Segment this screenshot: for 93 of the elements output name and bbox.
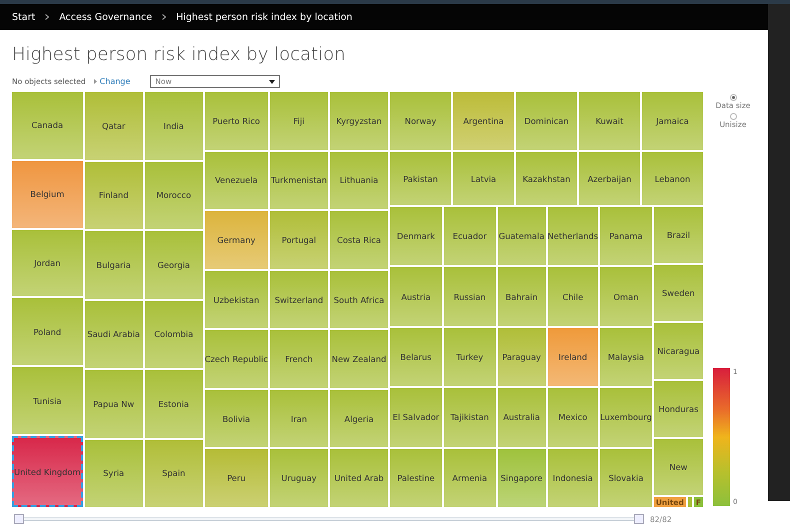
treemap-tile[interactable]: Belgium <box>12 160 83 228</box>
treemap-tile[interactable]: Syria <box>84 440 143 507</box>
treemap-tile[interactable]: Kazakhstan <box>516 152 577 205</box>
treemap-tile[interactable]: Switzerland <box>270 270 328 328</box>
treemap-tile[interactable]: Papua Nw <box>84 370 143 438</box>
treemap-tile[interactable]: El Salvador <box>390 388 442 447</box>
treemap-tile[interactable]: Azerbaijan <box>579 152 640 205</box>
treemap-tile[interactable]: Uruguay <box>270 449 328 508</box>
treemap-tile[interactable]: Sweden <box>654 265 704 321</box>
treemap-tile[interactable]: Qatar <box>84 92 143 160</box>
treemap-tile[interactable]: Bolivia <box>204 390 268 448</box>
treemap-tile[interactable]: Ireland <box>548 328 598 386</box>
page-title: Highest person risk index by location <box>12 44 347 65</box>
treemap-tile[interactable]: Honduras <box>654 381 704 437</box>
treemap-tile[interactable]: Nicaragua <box>654 323 704 379</box>
treemap-tile[interactable]: Lithuania <box>330 152 388 210</box>
treemap-tile[interactable]: Peru <box>204 449 268 508</box>
treemap-tile[interactable] <box>688 497 692 507</box>
chevron-icon <box>162 14 166 20</box>
treemap-tile[interactable]: Russian <box>444 267 496 326</box>
slider-handle[interactable] <box>14 514 24 524</box>
treemap-tile[interactable]: Bahrain <box>498 267 546 326</box>
treemap-tile[interactable]: Estonia <box>144 370 203 438</box>
treemap-tile[interactable]: Argentina <box>453 92 514 150</box>
treemap-tile[interactable]: Indonesia <box>548 448 598 508</box>
treemap-tile[interactable]: Portugal <box>270 211 328 269</box>
treemap-tile[interactable]: Czech Republic <box>204 330 268 388</box>
breadcrumb-link[interactable]: Access Governance <box>59 12 152 22</box>
change-link[interactable]: Change <box>94 77 130 86</box>
treemap-tile[interactable]: Norway <box>390 92 451 150</box>
treemap-tile[interactable]: Denmark <box>390 207 442 266</box>
treemap-tile[interactable]: Armenia <box>444 448 496 508</box>
treemap-tile[interactable]: Ecuador <box>444 207 496 266</box>
treemap-tile[interactable]: Canada <box>12 92 83 159</box>
breadcrumb-link[interactable]: Start <box>12 12 36 22</box>
treemap-tile[interactable]: Brazil <box>654 207 704 263</box>
treemap-tile[interactable]: New <box>654 439 704 495</box>
treemap-tile[interactable]: Tajikistan <box>444 388 496 447</box>
treemap-tile[interactable]: Singapore <box>498 448 546 508</box>
treemap-tile[interactable]: Dominican <box>516 92 577 150</box>
treemap-tile[interactable]: French <box>270 330 328 388</box>
treemap-tile[interactable]: Saudi Arabia <box>84 300 143 368</box>
treemap-tile[interactable]: Jamaica <box>642 92 703 150</box>
treemap-tile[interactable]: Turkmenistan <box>270 152 328 210</box>
treemap-tile[interactable]: Pakistan <box>390 152 451 205</box>
triangle-icon <box>94 79 97 84</box>
treemap-tile[interactable]: Spain <box>144 440 203 507</box>
treemap-tile[interactable]: Colombia <box>144 300 203 368</box>
treemap-tile[interactable]: Austria <box>390 267 442 326</box>
treemap-tile[interactable]: Tunisia <box>12 367 83 434</box>
treemap-tile[interactable]: Costa Rica <box>330 211 388 269</box>
treemap-tile[interactable]: Iran <box>270 390 328 448</box>
treemap-tile[interactable]: Guatemala <box>498 207 546 266</box>
treemap-tile[interactable]: Lebanon <box>642 152 703 205</box>
treemap-tile[interactable]: Germany <box>204 211 268 269</box>
treemap-tile[interactable]: Netherlands <box>548 207 598 266</box>
treemap-tile[interactable]: Kyrgyzstan <box>330 92 388 150</box>
treemap-tile[interactable]: Slovakia <box>600 448 652 508</box>
treemap-tile[interactable]: Jordan <box>12 230 83 296</box>
chevron-icon <box>45 14 50 20</box>
treemap-tile[interactable]: New Zealand <box>330 330 388 388</box>
treemap-tile[interactable]: Finland <box>84 162 143 229</box>
treemap-tile[interactable]: Kuwait <box>579 92 640 150</box>
treemap-tile[interactable]: Paraguay <box>498 328 546 386</box>
treemap-tile[interactable]: Palestine <box>390 448 442 508</box>
treemap-tile[interactable]: Bulgaria <box>84 231 143 298</box>
range-slider[interactable] <box>14 514 644 524</box>
treemap-tile[interactable]: Georgia <box>144 231 203 298</box>
slider-handle[interactable] <box>634 514 644 524</box>
treemap-tile[interactable]: Malaysia <box>600 328 652 386</box>
treemap-tile[interactable]: Belarus <box>390 328 442 386</box>
breadcrumb-link[interactable]: Highest person risk index by location <box>176 12 352 22</box>
treemap-tile[interactable]: Latvia <box>453 152 514 205</box>
radio-icon[interactable] <box>730 113 736 120</box>
treemap-tile[interactable]: Chile <box>548 267 598 326</box>
caret-icon <box>269 80 276 84</box>
treemap-tile[interactable]: United Arab <box>330 449 388 508</box>
treemap-tile[interactable]: Australia <box>498 388 546 447</box>
treemap-tile[interactable]: Fiji <box>270 92 328 150</box>
treemap-tile[interactable]: Panama <box>600 207 652 266</box>
treemap-tile[interactable]: Turkey <box>444 328 496 386</box>
treemap-tile[interactable]: Poland <box>12 298 83 366</box>
treemap-tile[interactable]: Algeria <box>330 390 388 448</box>
treemap-tile[interactable]: India <box>144 92 203 160</box>
treemap-tile[interactable]: Morocco <box>144 162 203 229</box>
treemap-tile[interactable]: Venezuela <box>204 152 268 210</box>
treemap-tile[interactable]: Luxembourg <box>600 388 652 447</box>
treemap-tile[interactable]: Uzbekistan <box>204 270 268 328</box>
radio-icon[interactable] <box>730 94 736 101</box>
treemap-tile[interactable]: Oman <box>600 267 652 326</box>
treemap-tile[interactable]: South Africa <box>330 270 388 328</box>
treemap-tile[interactable]: Mexico <box>548 388 598 447</box>
treemap-tile[interactable]: Puerto Rico <box>204 92 268 150</box>
